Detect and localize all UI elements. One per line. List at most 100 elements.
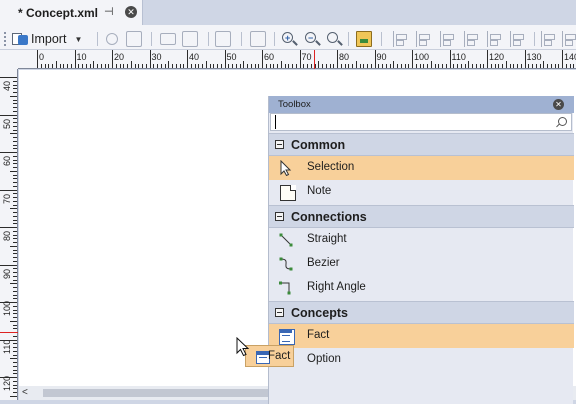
toolbox-search[interactable] (270, 113, 572, 131)
ruler-tick (10, 358, 17, 360)
ruler-label: 70 (301, 52, 312, 62)
zoom-icon[interactable] (327, 32, 338, 43)
category-common[interactable]: Common (269, 133, 574, 156)
frame-icon[interactable] (160, 33, 176, 45)
collapse-icon[interactable] (275, 140, 284, 149)
ruler-tick (168, 61, 170, 68)
ruler-tick (520, 64, 522, 68)
ruler-tick (228, 64, 230, 68)
align-middle-icon[interactable] (487, 31, 503, 47)
ruler-tick (172, 64, 173, 68)
ruler-tick (13, 163, 17, 165)
ruler-tick (288, 64, 290, 68)
mouse-cursor-icon (236, 337, 250, 357)
toolbox-item-right-angle[interactable]: Right Angle (269, 276, 574, 300)
ruler-tick (352, 64, 353, 68)
collapse-icon[interactable] (275, 308, 284, 317)
page-icon[interactable] (215, 31, 231, 47)
ruler-tick (74, 50, 76, 68)
ruler-tick (138, 64, 140, 68)
chevron-down-icon[interactable]: ▼ (74, 35, 82, 44)
scrollbar-thumb[interactable] (43, 389, 283, 397)
ruler-tick (505, 61, 507, 68)
ruler-label: 50 (2, 118, 12, 129)
redo-icon[interactable] (106, 33, 118, 45)
pin-icon[interactable]: ⊣ (104, 6, 116, 18)
ruler-tick (412, 50, 413, 68)
category-connections[interactable]: Connections (269, 205, 574, 228)
category-concepts[interactable]: Concepts (269, 301, 574, 324)
ruler-tick (175, 64, 177, 68)
ruler-tick (423, 64, 425, 68)
ruler-label: 90 (376, 52, 387, 62)
document-tab[interactable]: * Concept.xml ⊣ ✕ (0, 0, 143, 25)
ruler-tick (13, 253, 17, 255)
import-label: Import (31, 32, 67, 46)
toolbox-search-input[interactable] (275, 115, 545, 129)
ruler-tick (472, 64, 473, 68)
ruler-tick (359, 64, 361, 68)
ruler-tick (37, 50, 38, 68)
toolbar-separator (381, 32, 382, 46)
ruler-label: 100 (414, 52, 430, 62)
ruler-tick (273, 64, 275, 68)
ruler-tick (400, 64, 402, 68)
ruler-tick (13, 219, 17, 221)
toolbox-item-straight[interactable]: Straight (269, 228, 574, 252)
distribute-icon[interactable] (541, 31, 557, 47)
toolbox-item-fact[interactable]: Fact (269, 324, 574, 348)
ruler-tick (13, 88, 17, 90)
import-button[interactable]: Import ▼ (12, 29, 82, 49)
ruler-tick (13, 317, 17, 318)
zoom-fit-icon[interactable] (250, 31, 266, 47)
align-center-icon[interactable] (416, 31, 432, 47)
zoom-in-icon[interactable]: + (282, 32, 293, 43)
toolbox-header[interactable]: Toolbox ✕ (269, 96, 574, 113)
collapse-icon[interactable] (275, 212, 284, 221)
toolbox-item-option[interactable]: Option (269, 348, 574, 372)
close-toolbox-icon[interactable]: ✕ (553, 99, 564, 110)
align-top-icon[interactable] (464, 31, 480, 47)
properties-icon[interactable] (182, 31, 198, 47)
ruler-tick (190, 64, 192, 68)
toolbox-item-note[interactable]: Note (269, 180, 574, 204)
toolbox-item-selection[interactable]: Selection (269, 156, 574, 180)
ruler-tick (93, 61, 95, 68)
ruler-tick (13, 107, 17, 108)
toolbar-separator (241, 32, 242, 46)
ruler-tick (13, 279, 17, 281)
ruler-tick (13, 148, 17, 150)
distribute-horizontal-icon[interactable] (562, 31, 576, 47)
ruler-tick (13, 140, 17, 142)
paste-icon[interactable] (126, 31, 142, 47)
ruler-tick (149, 50, 151, 68)
ruler-tick (13, 373, 17, 375)
ruler-tick (44, 64, 46, 68)
ruler-tick (318, 61, 320, 68)
scroll-left-icon[interactable]: < (22, 387, 28, 398)
toolbar-separator (348, 32, 349, 46)
ruler-tick (13, 110, 17, 112)
toolbox-item-bezier[interactable]: Bezier (269, 252, 574, 276)
ruler-tick (243, 61, 245, 68)
align-right-icon[interactable] (440, 31, 456, 47)
ruler-tick (13, 287, 17, 288)
ruler-tick (13, 350, 17, 352)
toolbar-grip[interactable] (4, 32, 7, 46)
ruler-tick (498, 64, 500, 68)
zoom-out-icon[interactable]: − (305, 32, 316, 43)
ruler-tick (108, 64, 110, 68)
ruler-tick (535, 64, 537, 68)
search-icon (558, 117, 567, 126)
ruler-tick (299, 50, 301, 68)
ruler-tick (539, 64, 541, 68)
ruler-tick (517, 64, 518, 68)
align-left-icon[interactable] (393, 31, 409, 47)
ruler-tick (322, 64, 323, 68)
ruler-label: 40 (2, 80, 12, 91)
image-icon[interactable] (356, 31, 372, 47)
align-bottom-icon[interactable] (510, 31, 526, 47)
close-tab-icon[interactable]: ✕ (125, 6, 137, 18)
horizontal-ruler: 0 10 20 30 40 50 60 70 80 90 100 110 120 130 140 (18, 50, 576, 69)
ruler-label: 80 (339, 52, 350, 62)
